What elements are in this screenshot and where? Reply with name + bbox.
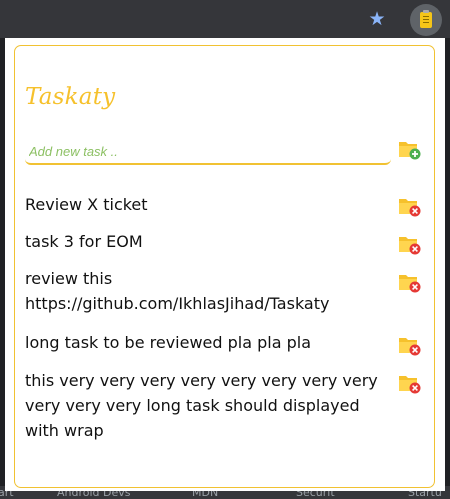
folder-add-icon bbox=[399, 142, 421, 160]
taskaty-extension-button[interactable] bbox=[410, 4, 442, 36]
folder-delete-icon bbox=[399, 338, 421, 356]
delete-task-button[interactable] bbox=[398, 372, 422, 394]
folder-delete-icon bbox=[399, 237, 421, 255]
clipboard-icon bbox=[420, 12, 432, 28]
task-item: review this https://github.com/IkhlasJih… bbox=[25, 269, 330, 313]
new-task-input[interactable] bbox=[25, 139, 391, 165]
browser-toolbar: ★ bbox=[0, 0, 450, 38]
delete-task-button[interactable] bbox=[398, 271, 422, 293]
delete-task-button[interactable] bbox=[398, 334, 422, 356]
folder-delete-icon bbox=[399, 199, 421, 217]
task-item: this very very very very very very very … bbox=[25, 371, 378, 440]
folder-delete-icon bbox=[399, 376, 421, 394]
add-task-button[interactable] bbox=[398, 138, 422, 160]
app-title: Taskaty bbox=[25, 84, 116, 110]
task-item: task 3 for EOM bbox=[25, 232, 143, 251]
task-item: long task to be reviewed pla pla pla bbox=[25, 333, 312, 352]
bookmark-star-icon[interactable]: ★ bbox=[367, 9, 387, 29]
task-item: Review X ticket bbox=[25, 195, 148, 214]
extension-popup: Taskaty Review X ticket task 3 for EOM bbox=[5, 38, 445, 491]
delete-task-button[interactable] bbox=[398, 195, 422, 217]
taskaty-card: Taskaty Review X ticket task 3 for EOM bbox=[14, 45, 435, 488]
folder-delete-icon bbox=[399, 275, 421, 293]
delete-task-button[interactable] bbox=[398, 233, 422, 255]
clipboard-clip bbox=[423, 10, 429, 13]
